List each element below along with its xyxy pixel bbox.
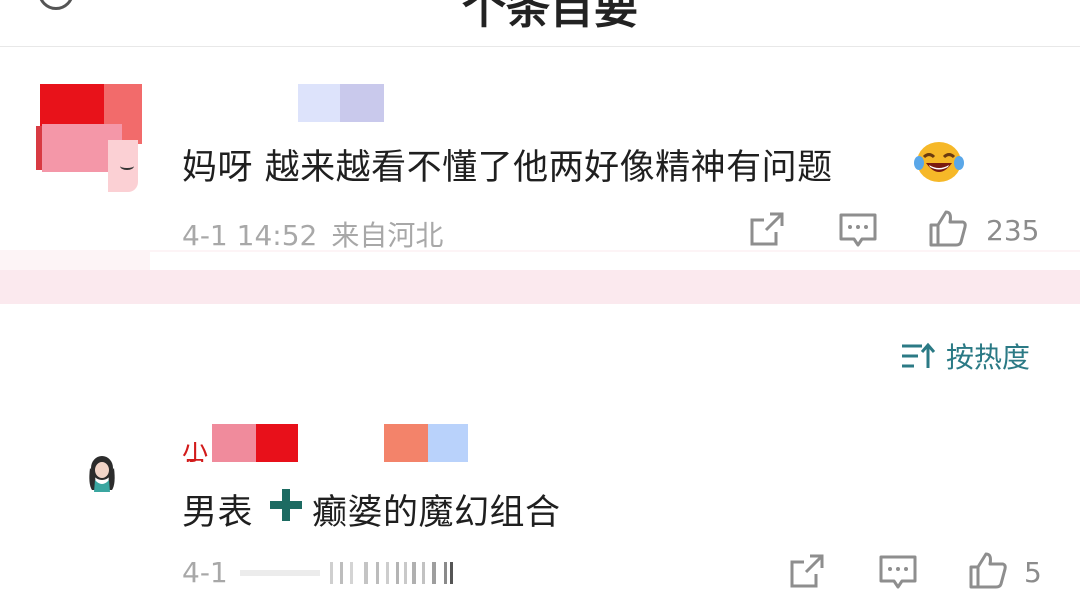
sort-button[interactable]: 按热度 — [900, 336, 1030, 376]
comment-text-start: 男表 — [182, 493, 254, 533]
username-redacted[interactable] — [298, 84, 384, 122]
avatar[interactable] — [82, 454, 122, 494]
share-icon[interactable] — [788, 552, 828, 592]
laughing-tears-emoji-icon — [914, 142, 964, 182]
close-icon[interactable] — [1002, 0, 1042, 12]
section-divider — [0, 270, 1080, 304]
comment-text: 妈呀 越来越看不懂了他两好像精神有问题 — [182, 148, 833, 188]
comment-time: 4-1 — [182, 556, 228, 589]
plus-icon — [270, 489, 302, 521]
like-icon[interactable] — [968, 550, 1008, 590]
redacted-location — [240, 562, 453, 584]
header-bar: 个条目要 — [0, 0, 1080, 47]
reply-icon[interactable] — [878, 552, 918, 592]
like-icon[interactable] — [928, 208, 968, 248]
like-count: 235 — [986, 214, 1040, 247]
username-redacted[interactable]: 小号 — [182, 424, 482, 462]
avatar[interactable] — [36, 84, 142, 192]
comment-meta: 4-1 14:52 来自河北 — [182, 214, 443, 254]
sort-icon — [902, 342, 936, 368]
share-icon[interactable] — [748, 210, 788, 250]
sort-label: 按热度 — [946, 341, 1031, 374]
comment-time: 4-1 14:52 — [182, 219, 318, 252]
comment-location: 来自河北 — [331, 219, 444, 252]
comment-text-end: 癫婆的魔幻组合 — [312, 493, 561, 533]
page-title: 个条目要 — [462, 0, 638, 34]
reply-icon[interactable] — [838, 210, 878, 250]
like-count: 5 — [1024, 556, 1042, 589]
comment-page: 个条目要 妈呀 越来越看不懂了他两好像精神有问题 4-1 14:52 来自河北 — [0, 0, 1080, 597]
separator-highlight — [150, 252, 1080, 270]
username-fragment: 小号 — [182, 442, 209, 462]
back-icon[interactable] — [38, 0, 74, 10]
